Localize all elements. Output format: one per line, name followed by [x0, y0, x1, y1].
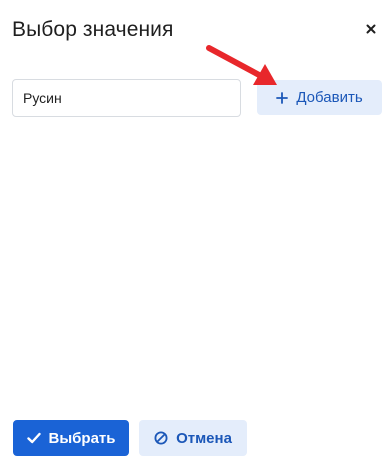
close-button[interactable] [360, 18, 382, 40]
dialog-title: Выбор значения [12, 18, 174, 41]
cancel-button-label: Отмена [176, 429, 232, 447]
close-icon [366, 24, 376, 34]
select-button[interactable]: Выбрать [13, 420, 129, 456]
value-selection-dialog: Выбор значения Добавить Выбрать [0, 0, 392, 474]
cancel-icon [154, 431, 168, 445]
check-icon [26, 432, 41, 444]
add-button-label: Добавить [296, 89, 363, 106]
value-input[interactable] [12, 79, 241, 117]
plus-icon [276, 91, 289, 104]
add-button[interactable]: Добавить [257, 80, 382, 115]
cancel-button[interactable]: Отмена [139, 420, 247, 456]
select-button-label: Выбрать [48, 429, 116, 447]
